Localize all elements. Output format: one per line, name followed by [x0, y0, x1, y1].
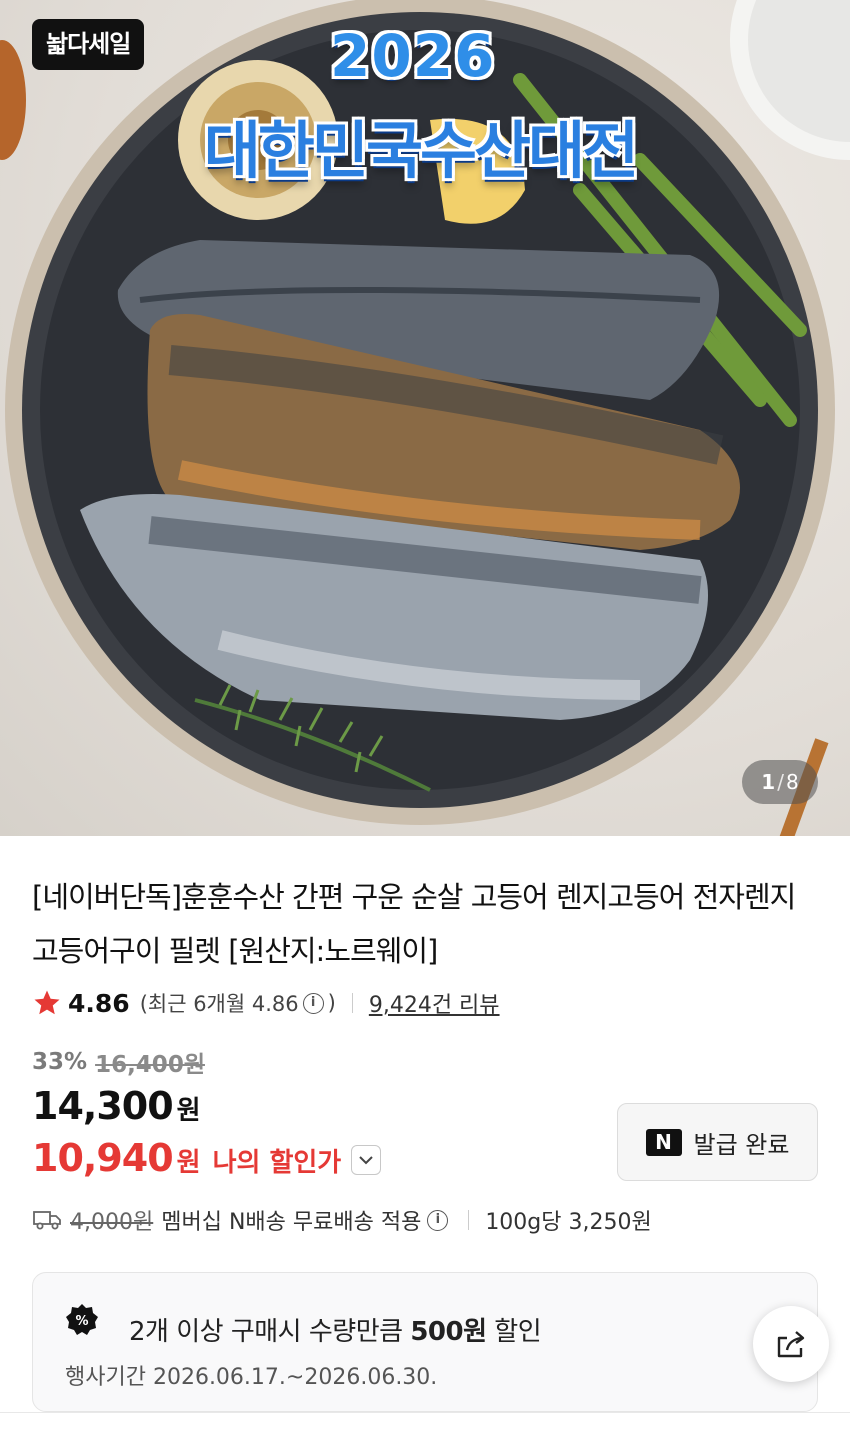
divider	[351, 993, 353, 1013]
share-icon	[777, 1331, 805, 1358]
my-price-value: 10,940	[32, 1136, 174, 1180]
sale-price-unit: 원	[176, 1096, 201, 1126]
info-icon[interactable]: i	[427, 1209, 449, 1231]
recent-rating-close: )	[327, 991, 336, 1015]
my-price-unit: 원	[176, 1148, 201, 1178]
event-year: 2026	[330, 22, 496, 90]
product-title: [네이버단독]훈훈수산 간편 구운 순살 고등어 렌지고등어 전자렌지 고등어구…	[32, 880, 796, 968]
star-icon	[34, 990, 60, 1015]
sale-price: 14,300 원	[32, 1084, 201, 1128]
sale-badge: 놟다세일	[32, 19, 145, 70]
shipping-row: 4,000원 멤버십 N배송 무료배송 적용 i 100g당 3,250원	[32, 1200, 652, 1240]
recent-rating: (최근 6개월 4.86 i )	[140, 988, 336, 1018]
promotion-period: 행사기간 2026.06.17.~2026.06.30.	[65, 1365, 438, 1390]
promo-pre: 2개 이상 구매시 수량만큼	[129, 1317, 411, 1347]
discount-row: 33% 16,400원	[32, 1045, 205, 1079]
divider	[468, 1210, 470, 1230]
coupon-button-label: 발급 완료	[693, 1130, 790, 1159]
chevron-down-icon[interactable]	[351, 1145, 382, 1175]
promotion-box: % 2개 이상 구매시 수량만큼 500원 할인 행사기간 2026.06.17…	[32, 1272, 818, 1412]
divider	[0, 1412, 850, 1413]
truck-icon	[33, 1211, 61, 1230]
page-total: 8	[785, 770, 799, 794]
review-count-link[interactable]: 9,424건 리뷰	[369, 987, 500, 1019]
percent-icon: %	[66, 1304, 98, 1335]
shipping-fee: 4,000원	[70, 1210, 154, 1235]
image-page-counter: 1/8	[742, 760, 818, 804]
rating-value: 4.86	[68, 988, 130, 1018]
naver-n-icon: N	[645, 1128, 682, 1156]
sale-price-value: 14,300	[32, 1084, 174, 1128]
share-button[interactable]	[753, 1306, 829, 1382]
info-icon[interactable]: i	[302, 992, 324, 1014]
promo-post: 할인	[486, 1317, 542, 1347]
product-image[interactable]: 놟다세일 2026 대한민국수산대전 1/8	[0, 0, 850, 836]
my-discount-price: 10,940 원 나의 할인가	[32, 1136, 382, 1180]
original-price: 16,400원	[95, 1052, 205, 1078]
discount-percent: 33%	[32, 1049, 88, 1075]
page-separator: /	[777, 770, 784, 794]
unit-price: 100g당 3,250원	[485, 1210, 652, 1235]
svg-text:%: %	[75, 1314, 88, 1329]
event-title: 대한민국수산대전	[203, 114, 639, 187]
rating-row: 4.86 (최근 6개월 4.86 i ) 9,424건 리뷰	[32, 985, 500, 1021]
recent-rating-text: (최근 6개월 4.86	[139, 992, 299, 1016]
promotion-text: 2개 이상 구매시 수량만큼 500원 할인	[129, 1311, 542, 1348]
my-price-label: 나의 할인가	[212, 1148, 342, 1178]
promo-amount: 500원	[410, 1317, 487, 1347]
page-current: 1	[761, 770, 776, 794]
shipping-description: 멤버십 N배송 무료배송 적용	[161, 1210, 422, 1235]
coupon-button[interactable]: N 발급 완료	[617, 1103, 818, 1181]
